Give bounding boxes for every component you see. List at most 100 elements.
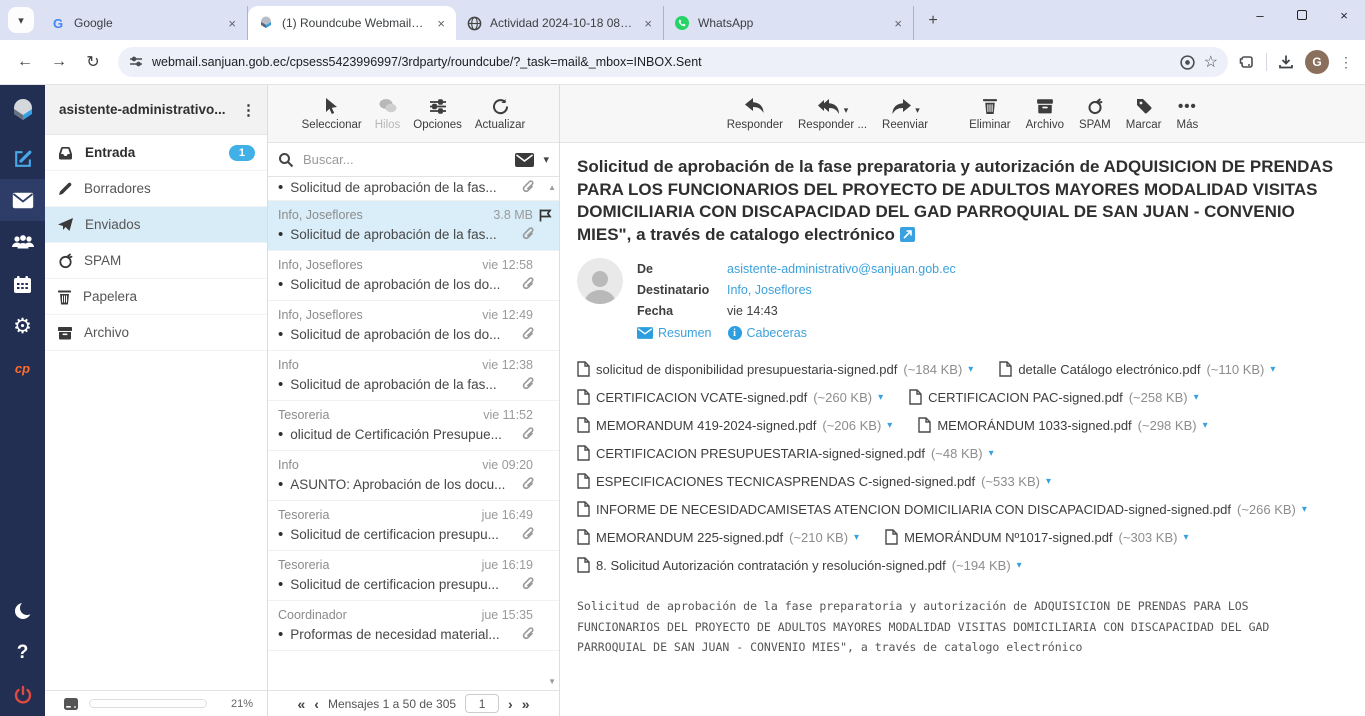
close-icon[interactable]: ×	[225, 16, 239, 31]
nav-calendar-button[interactable]	[0, 263, 45, 305]
search-scope-mail-icon[interactable]	[515, 153, 534, 167]
window-maximize-button[interactable]	[1281, 0, 1323, 30]
nav-mail-button[interactable]	[0, 179, 45, 221]
tab-search-button[interactable]: ▾	[8, 7, 34, 33]
select-button[interactable]: Seleccionar	[302, 96, 362, 131]
next-page-button[interactable]: ›	[508, 696, 513, 712]
spam-button[interactable]: SPAM	[1079, 96, 1111, 131]
browser-menu-icon[interactable]: ⋮	[1339, 54, 1353, 71]
window-close-button[interactable]: ×	[1323, 0, 1365, 30]
chevron-down-icon[interactable]: ▾	[915, 105, 920, 116]
nav-contacts-button[interactable]	[0, 221, 45, 263]
first-page-button[interactable]: «	[297, 696, 305, 712]
from-address-link[interactable]: asistente-administrativo@sanjuan.gob.ec	[727, 262, 956, 276]
reply-button[interactable]: Responder	[727, 96, 783, 131]
reload-button[interactable]: ↻	[78, 47, 108, 77]
sidebar-item-entrada[interactable]: Entrada 1	[45, 135, 267, 171]
site-settings-icon[interactable]	[128, 54, 144, 70]
dark-mode-toggle[interactable]	[0, 590, 45, 632]
prev-page-button[interactable]: ‹	[314, 696, 319, 712]
list-item[interactable]: Infovie 12:38 •Solicitud de aprobación d…	[268, 351, 559, 401]
attachment-menu-icon[interactable]: ▾	[1194, 392, 1199, 403]
list-item[interactable]: Tesoreriajue 16:19 •Solicitud de certifi…	[268, 551, 559, 601]
attachment-menu-icon[interactable]: ▾	[854, 532, 859, 543]
attachment-menu-icon[interactable]: ▾	[878, 392, 883, 403]
attachment-menu-icon[interactable]: ▾	[1302, 504, 1307, 515]
search-options-caret-icon[interactable]: ▾	[543, 153, 549, 166]
attachment-menu-icon[interactable]: ▾	[1017, 560, 1022, 571]
attachment-menu-icon[interactable]: ▾	[1183, 532, 1188, 543]
threads-button[interactable]: Hilos	[375, 96, 401, 131]
list-item[interactable]: Coordinadorjue 15:35 •Proformas de neces…	[268, 601, 559, 651]
nav-settings-button[interactable]: ⚙	[0, 305, 45, 347]
headers-link[interactable]: i Cabeceras	[728, 326, 807, 340]
attachment-item[interactable]: MEMORANDUM 419-2024-signed.pdf(~206 KB)▾	[577, 417, 892, 433]
archive-button[interactable]: Archivo	[1026, 96, 1064, 131]
mark-button[interactable]: Marcar	[1126, 96, 1162, 131]
page-number-input[interactable]: 1	[465, 694, 499, 713]
url-text[interactable]: webmail.sanjuan.gob.ec/cpsess5423996997/…	[152, 55, 1171, 69]
address-bar[interactable]: webmail.sanjuan.gob.ec/cpsess5423996997/…	[118, 47, 1228, 77]
extensions-icon[interactable]	[1238, 53, 1256, 71]
open-in-new-window-icon[interactable]	[900, 227, 915, 242]
attachment-menu-icon[interactable]: ▾	[1203, 420, 1208, 431]
folder-options-icon[interactable]: ⋮	[241, 101, 257, 119]
tab-google[interactable]: G Google ×	[40, 6, 248, 40]
list-item[interactable]: Infovie 09:20 •ASUNTO: Aprobación de los…	[268, 451, 559, 501]
attachment-menu-icon[interactable]: ▾	[989, 448, 994, 459]
sidebar-item-borradores[interactable]: Borradores	[45, 171, 267, 207]
list-item[interactable]: Tesoreriavie 11:52 •olicitud de Certific…	[268, 401, 559, 451]
list-item[interactable]: Info, Josefloresvie 12:49 •Solicitud de …	[268, 301, 559, 351]
sidebar-item-spam[interactable]: SPAM	[45, 243, 267, 279]
attachment-menu-icon[interactable]: ▾	[968, 364, 973, 375]
bookmark-star-icon[interactable]: ☆	[1204, 52, 1218, 72]
options-button[interactable]: Opciones	[413, 96, 462, 131]
last-page-button[interactable]: »	[522, 696, 530, 712]
attachment-item[interactable]: CERTIFICACION VCATE-signed.pdf(~260 KB)▾	[577, 389, 883, 405]
new-tab-button[interactable]: +	[920, 8, 946, 34]
compose-button[interactable]	[0, 137, 45, 179]
delete-button[interactable]: Eliminar	[969, 96, 1011, 131]
attachment-item[interactable]: CERTIFICACION PRESUPUESTARIA-signed-sign…	[577, 445, 994, 461]
list-item-selected[interactable]: Info, Joseflores 3.8 MB • Solicitud de a…	[268, 201, 559, 251]
attachment-item[interactable]: MEMORÁNDUM Nº1017-signed.pdf(~303 KB)▾	[885, 529, 1188, 545]
attachment-menu-icon[interactable]: ▾	[1270, 364, 1275, 375]
attachment-item[interactable]: CERTIFICACION PAC-signed.pdf(~258 KB)▾	[909, 389, 1199, 405]
list-item[interactable]: Tesoreriajue 16:49 •Solicitud de certifi…	[268, 501, 559, 551]
reading-mode-icon[interactable]	[1179, 54, 1196, 71]
close-icon[interactable]: ×	[434, 16, 448, 31]
refresh-button[interactable]: Actualizar	[475, 96, 526, 131]
attachment-item[interactable]: 8. Solicitud Autorización contratación y…	[577, 557, 1022, 573]
attachment-item[interactable]: ESPECIFICACIONES TECNICASPRENDAS C-signe…	[577, 473, 1051, 489]
close-icon[interactable]: ×	[641, 16, 655, 31]
to-recipients-link[interactable]: Info, Joseflores	[727, 283, 812, 297]
summary-link[interactable]: Resumen	[637, 326, 712, 340]
reply-all-button[interactable]: ▾ Responder ...	[798, 96, 867, 131]
window-minimize-button[interactable]: –	[1239, 0, 1281, 30]
sidebar-item-papelera[interactable]: Papelera	[45, 279, 267, 315]
profile-avatar[interactable]: G	[1305, 50, 1329, 74]
logout-button[interactable]	[0, 674, 45, 716]
forward-button[interactable]: ▾ Reenviar	[882, 96, 928, 131]
attachment-item[interactable]: solicitud de disponibilidad presupuestar…	[577, 361, 973, 377]
attachment-item[interactable]: MEMORANDUM 225-signed.pdf(~210 KB)▾	[577, 529, 859, 545]
nav-cpanel-button[interactable]: cp	[0, 347, 45, 389]
tab-roundcube-active[interactable]: (1) Roundcube Webmail :: Envia ×	[248, 6, 456, 40]
scroll-down-icon[interactable]: ▼	[548, 677, 556, 686]
search-bar[interactable]: Buscar... ▾	[268, 143, 559, 177]
list-item[interactable]: • Solicitud de aprobación de la fas...	[268, 177, 559, 201]
attachment-item[interactable]: MEMORÁNDUM 1033-signed.pdf(~298 KB)▾	[918, 417, 1207, 433]
flag-icon[interactable]	[538, 208, 553, 223]
attachment-menu-icon[interactable]: ▾	[887, 420, 892, 431]
tab-whatsapp[interactable]: WhatsApp ×	[664, 6, 914, 40]
attachment-item[interactable]: detalle Catálogo electrónico.pdf(~110 KB…	[999, 361, 1275, 377]
forward-button[interactable]: →	[44, 47, 74, 77]
close-icon[interactable]: ×	[891, 16, 905, 31]
downloads-icon[interactable]	[1277, 53, 1295, 71]
attachment-item[interactable]: INFORME DE NECESIDADCAMISETAS ATENCION D…	[577, 501, 1307, 517]
help-button[interactable]: ?	[0, 632, 45, 674]
sidebar-item-archivo[interactable]: Archivo	[45, 315, 267, 351]
list-item[interactable]: Info, Josefloresvie 12:58 •Solicitud de …	[268, 251, 559, 301]
sidebar-item-enviados[interactable]: Enviados	[45, 207, 267, 243]
chevron-down-icon[interactable]: ▾	[844, 105, 849, 116]
